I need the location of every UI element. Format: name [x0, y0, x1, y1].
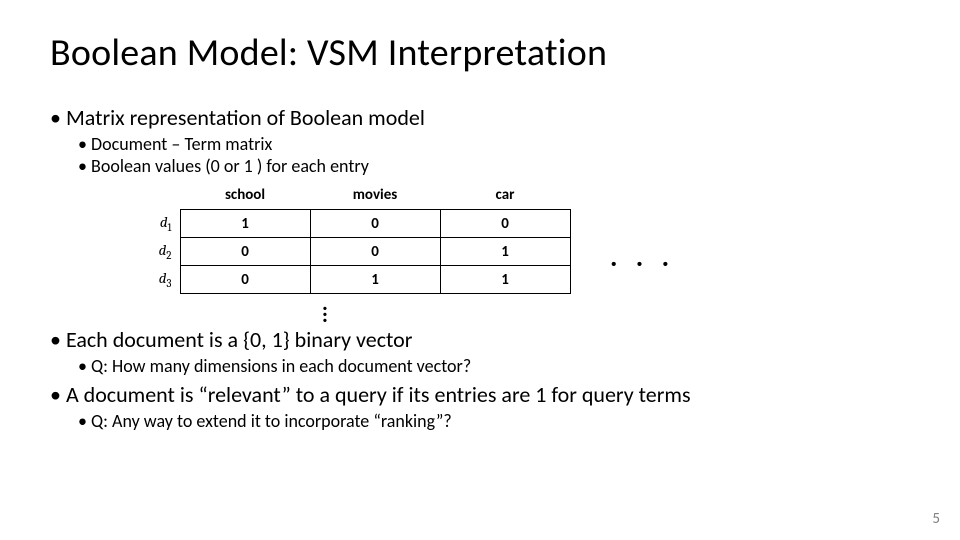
row-label-sub: 2: [166, 249, 171, 262]
row-label-d1: d1: [140, 210, 180, 238]
bullet-1-text: Matrix representation of Boolean model: [66, 104, 425, 131]
cell-d2-car: 1: [440, 238, 570, 266]
horizontal-ellipsis-icon: . . .: [610, 239, 675, 274]
row-label-sub: 1: [168, 221, 172, 234]
page-number: 5: [932, 510, 940, 528]
row-label-sub: 3: [166, 277, 171, 290]
table-row: d3 0 1 1: [140, 266, 570, 294]
row-label-base: d: [160, 213, 168, 231]
cell-d1-school: 1: [180, 210, 310, 238]
bullet-list-2: Each document is a {0, 1} binary vector …: [50, 326, 910, 432]
table-row: d1 1 0 0: [140, 210, 570, 238]
document-term-matrix: school movies car d1 1 0 0 d2 0 0 1 d3 0…: [140, 183, 571, 294]
bullet-1-sub-1: Document – Term matrix: [78, 133, 910, 155]
bullet-3-text: A document is “relevant” to a query if i…: [66, 381, 691, 408]
matrix-header-row: school movies car: [140, 183, 570, 210]
cell-d2-school: 0: [180, 238, 310, 266]
bullet-2-text: Each document is a {0, 1} binary vector: [66, 326, 413, 353]
bullet-3-sub-1: Q: Any way to extend it to incorporate “…: [78, 410, 910, 432]
vertical-ellipsis-icon: ...: [315, 300, 335, 318]
cell-d3-car: 1: [440, 266, 570, 294]
slide: Boolean Model: VSM Interpretation Matrix…: [0, 0, 960, 540]
matrix-header-school: school: [180, 183, 310, 210]
cell-d3-school: 0: [180, 266, 310, 294]
bullet-1-sublist: Document – Term matrix Boolean values (0…: [78, 133, 910, 177]
bullet-3: A document is “relevant” to a query if i…: [50, 381, 910, 432]
bullet-1: Matrix representation of Boolean model D…: [50, 104, 910, 177]
bullet-2-sub-1: Q: How many dimensions in each document …: [78, 355, 910, 377]
matrix-header-movies: movies: [310, 183, 440, 210]
cell-d1-car: 0: [440, 210, 570, 238]
table-row: d2 0 0 1: [140, 238, 570, 266]
bullet-2: Each document is a {0, 1} binary vector …: [50, 326, 910, 377]
row-label-d2: d2: [140, 238, 180, 266]
bullet-3-sublist: Q: Any way to extend it to incorporate “…: [78, 410, 910, 432]
cell-d1-movies: 0: [310, 210, 440, 238]
row-label-d3: d3: [140, 266, 180, 294]
bullet-2-sublist: Q: How many dimensions in each document …: [78, 355, 910, 377]
matrix-container: school movies car d1 1 0 0 d2 0 0 1 d3 0…: [140, 183, 910, 294]
page-title: Boolean Model: VSM Interpretation: [50, 30, 910, 76]
bullet-list: Matrix representation of Boolean model D…: [50, 104, 910, 177]
matrix-header-car: car: [440, 183, 570, 210]
cell-d3-movies: 1: [310, 266, 440, 294]
bullet-1-sub-2: Boolean values (0 or 1 ) for each entry: [78, 155, 910, 177]
cell-d2-movies: 0: [310, 238, 440, 266]
